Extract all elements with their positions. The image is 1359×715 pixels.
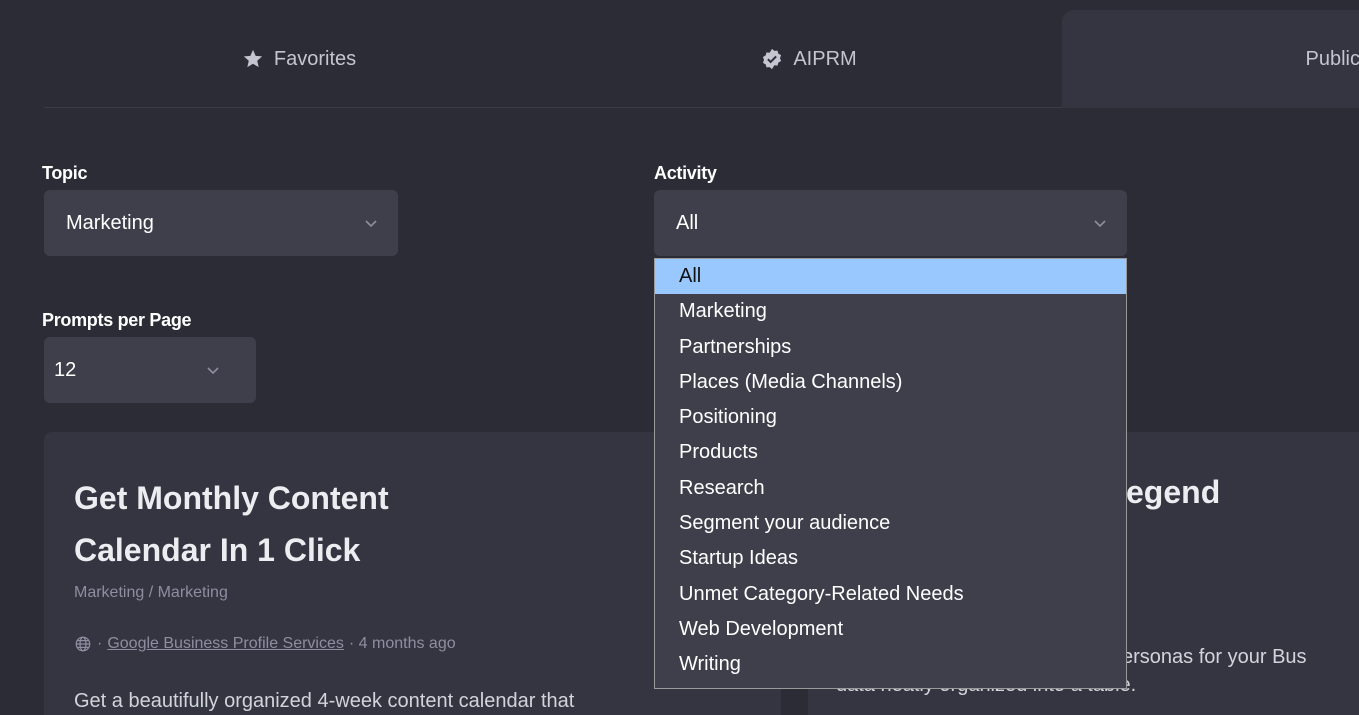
activity-option[interactable]: Positioning <box>655 400 1126 435</box>
prompt-card-title: egend <box>1126 474 1221 510</box>
activity-label: Activity <box>654 163 717 183</box>
prompt-card-description: Get a beautifully organized 4-week conte… <box>74 690 575 712</box>
tab-public[interactable]: Public <box>1062 10 1359 108</box>
activity-option[interactable]: Marketing <box>655 294 1126 329</box>
activity-option[interactable]: Writing <box>655 647 1126 682</box>
activity-option[interactable]: Products <box>655 435 1126 470</box>
activity-select[interactable]: All <box>654 190 1127 256</box>
tab-public-label: Public <box>1305 47 1359 70</box>
chevron-down-icon <box>1094 220 1106 228</box>
author-link[interactable]: Google Business Profile Services <box>107 635 344 653</box>
activity-option[interactable]: Partnerships <box>655 330 1126 365</box>
chevron-down-icon <box>365 220 377 228</box>
per-page-select[interactable]: 12 <box>44 337 256 403</box>
verified-icon <box>763 48 782 70</box>
star-icon <box>243 49 263 68</box>
topic-select-value: Marketing <box>66 211 154 234</box>
meta-separator: · <box>97 635 103 652</box>
per-page-label: Prompts per Page <box>42 310 192 330</box>
prompt-card-description: ersonas for your Bus <box>1122 646 1307 668</box>
activity-option[interactable]: Segment your audience <box>655 506 1126 541</box>
tab-favorites[interactable]: Favorites <box>44 10 554 108</box>
prompt-card-meta: · Google Business Profile Services · 4 m… <box>74 635 456 653</box>
activity-dropdown-list[interactable]: All Marketing Partnerships Places (Media Ch… <box>654 258 1127 689</box>
topic-select[interactable]: Marketing <box>44 190 398 256</box>
prompt-card-title: Get Monthly Content Calendar In 1 Click <box>74 480 389 568</box>
per-page-select-value: 12 <box>54 358 77 381</box>
activity-select-value: All <box>676 211 699 234</box>
tab-favorites-label: Favorites <box>273 47 357 70</box>
activity-option[interactable]: All <box>655 259 1126 295</box>
activity-option[interactable]: Startup Ideas <box>655 541 1126 576</box>
globe-icon <box>75 636 91 652</box>
tab-aiprm[interactable]: AIPRM <box>554 10 1064 108</box>
prompt-card-age: · 4 months ago <box>348 635 456 652</box>
activity-option[interactable]: Research <box>655 471 1126 506</box>
activity-option[interactable]: Places (Media Channels) <box>655 365 1126 400</box>
prompt-card-category: Marketing / Marketing <box>74 584 228 601</box>
topic-label: Topic <box>42 163 88 183</box>
activity-option[interactable]: Unmet Category-Related Needs <box>655 577 1126 612</box>
activity-option[interactable]: Web Development <box>655 612 1126 647</box>
tab-bar: Favorites AIPRM Public <box>44 10 1359 108</box>
chevron-down-icon <box>207 367 219 375</box>
tab-aiprm-label: AIPRM <box>793 47 857 70</box>
